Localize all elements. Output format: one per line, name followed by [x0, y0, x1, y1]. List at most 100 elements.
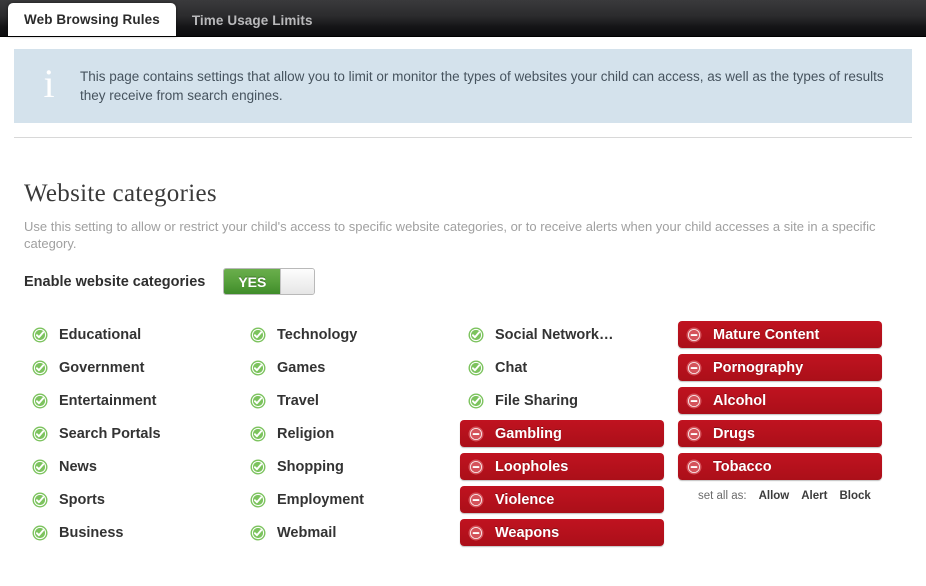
minus-circle-icon [468, 459, 484, 474]
category-label: Games [277, 359, 326, 376]
check-circle-icon [250, 426, 266, 441]
check-circle-icon [32, 426, 48, 441]
enable-categories-label: Enable website categories [24, 273, 206, 290]
category-item-allow[interactable]: Shopping [242, 453, 460, 480]
check-circle-icon [250, 492, 266, 507]
category-label: Technology [277, 326, 358, 343]
section-description: Use this setting to allow or restrict yo… [24, 219, 876, 251]
tab-time-usage-limits[interactable]: Time Usage Limits [176, 6, 329, 36]
category-item-allow[interactable]: File Sharing [460, 387, 678, 414]
check-circle-icon [32, 360, 48, 375]
enable-categories-row: Enable website categories YES [24, 268, 912, 295]
category-label: Travel [277, 392, 319, 409]
enable-categories-toggle[interactable]: YES [223, 268, 316, 295]
category-label: Webmail [277, 524, 337, 541]
category-item-allow[interactable]: Employment [242, 486, 460, 513]
category-label: Loopholes [495, 458, 569, 475]
check-circle-icon [250, 459, 266, 474]
category-label: Religion [277, 425, 335, 442]
category-item-block[interactable]: Loopholes [460, 453, 664, 480]
minus-circle-icon [468, 426, 484, 441]
check-circle-icon [250, 393, 266, 408]
category-item-allow[interactable]: Religion [242, 420, 460, 447]
check-circle-icon [32, 459, 48, 474]
check-circle-icon [468, 393, 484, 408]
category-label: Government [59, 359, 145, 376]
minus-circle-icon [468, 492, 484, 507]
category-label: File Sharing [495, 392, 578, 409]
category-label: News [59, 458, 97, 475]
minus-circle-icon [686, 393, 702, 408]
set-all-block-link[interactable]: Block [839, 490, 870, 502]
category-item-block[interactable]: Drugs [678, 420, 882, 447]
category-label: Sports [59, 491, 105, 508]
category-label: Business [59, 524, 124, 541]
check-circle-icon [468, 360, 484, 375]
category-column: Mature Content Pornography Alcohol Drugs Tob… [678, 321, 896, 552]
minus-circle-icon [686, 327, 702, 342]
category-item-allow[interactable]: Government [24, 354, 242, 381]
category-item-block[interactable]: Tobacco [678, 453, 882, 480]
minus-circle-icon [686, 459, 702, 474]
category-label: Tobacco [713, 458, 772, 475]
info-banner: i This page contains settings that allow… [14, 49, 912, 123]
category-label: Drugs [713, 425, 755, 442]
category-item-allow[interactable]: Sports [24, 486, 242, 513]
info-icon: i [43, 61, 55, 106]
category-item-allow[interactable]: News [24, 453, 242, 480]
category-item-allow[interactable]: Entertainment [24, 387, 242, 414]
category-item-allow[interactable]: Webmail [242, 519, 460, 546]
toggle-value: YES [224, 269, 281, 294]
category-label: Chat [495, 359, 528, 376]
check-circle-icon [32, 492, 48, 507]
toggle-handle[interactable] [280, 269, 315, 294]
category-item-block[interactable]: Weapons [460, 519, 664, 546]
check-circle-icon [32, 327, 48, 342]
category-label: Search Portals [59, 425, 161, 442]
tab-web-browsing-rules[interactable]: Web Browsing Rules [8, 3, 176, 36]
category-item-block[interactable]: Alcohol [678, 387, 882, 414]
category-item-allow[interactable]: Chat [460, 354, 678, 381]
category-item-allow[interactable]: Business [24, 519, 242, 546]
category-label: Pornography [713, 359, 804, 376]
category-item-allow[interactable]: Social Network… [460, 321, 678, 348]
tab-bar: Web Browsing Rules Time Usage Limits [0, 0, 926, 37]
category-grid: Educational Government Entertainment Search… [24, 321, 912, 552]
banner-container: i This page contains settings that allow… [0, 37, 926, 123]
check-circle-icon [468, 327, 484, 342]
tab-label: Web Browsing Rules [24, 12, 160, 27]
category-column: Technology Games Travel Religion Shopping Emp… [242, 321, 460, 552]
category-column: Social Network… Chat File Sharing Gambling L… [460, 321, 678, 552]
website-categories-section: Website categories Use this setting to a… [0, 138, 926, 552]
category-label: Social Network… [495, 326, 614, 343]
set-all-row: set all as: Allow Alert Block [678, 490, 896, 502]
category-item-allow[interactable]: Technology [242, 321, 460, 348]
category-item-block[interactable]: Mature Content [678, 321, 882, 348]
category-label: Alcohol [713, 392, 767, 409]
check-circle-icon [250, 360, 266, 375]
category-column: Educational Government Entertainment Search… [24, 321, 242, 552]
category-label: Violence [495, 491, 555, 508]
category-item-block[interactable]: Violence [460, 486, 664, 513]
info-banner-text: This page contains settings that allow y… [80, 69, 884, 103]
set-all-allow-link[interactable]: Allow [759, 490, 790, 502]
minus-circle-icon [686, 360, 702, 375]
set-all-label: set all as: [698, 490, 747, 502]
category-item-block[interactable]: Gambling [460, 420, 664, 447]
check-circle-icon [32, 393, 48, 408]
category-item-allow[interactable]: Games [242, 354, 460, 381]
category-item-block[interactable]: Pornography [678, 354, 882, 381]
category-item-allow[interactable]: Educational [24, 321, 242, 348]
category-label: Gambling [495, 425, 562, 442]
divider-container [0, 123, 926, 138]
minus-circle-icon [686, 426, 702, 441]
set-all-alert-link[interactable]: Alert [801, 490, 827, 502]
page-title: Website categories [24, 180, 217, 207]
category-label: Employment [277, 491, 365, 508]
category-label: Mature Content [713, 326, 820, 343]
tab-label: Time Usage Limits [191, 13, 313, 28]
category-item-allow[interactable]: Search Portals [24, 420, 242, 447]
category-label: Weapons [495, 524, 560, 541]
category-item-allow[interactable]: Travel [242, 387, 460, 414]
minus-circle-icon [468, 525, 484, 540]
